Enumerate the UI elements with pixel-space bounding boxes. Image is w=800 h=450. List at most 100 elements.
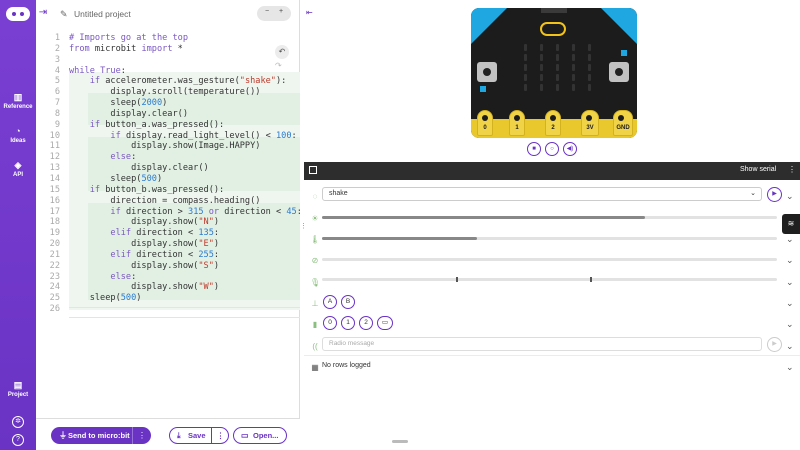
gesture-select[interactable]: shake ⌄ bbox=[322, 187, 762, 201]
chevron-down-icon[interactable]: ⌄ bbox=[786, 234, 794, 245]
code-line[interactable]: 23 else: bbox=[36, 272, 300, 283]
code-line[interactable]: 3 bbox=[36, 55, 300, 66]
touch-pin-1[interactable]: 1 bbox=[341, 316, 355, 330]
save-more-options-button[interactable]: ⋮ bbox=[211, 428, 229, 443]
code-line[interactable]: 17 if direction > 315 or direction < 45: bbox=[36, 207, 302, 218]
board-button-b[interactable] bbox=[609, 62, 629, 82]
touch-logo-pill[interactable]: ▭ bbox=[377, 316, 393, 330]
radio-icon: (( bbox=[312, 342, 318, 351]
microbit-logo[interactable] bbox=[6, 7, 30, 21]
code-line[interactable]: 14 sleep(500) bbox=[36, 174, 300, 185]
pin-0[interactable]: 0 bbox=[477, 110, 493, 136]
code-line[interactable]: 18 display.show("N") bbox=[36, 217, 300, 228]
code-line[interactable]: 2 from microbit import * bbox=[36, 44, 300, 55]
chevron-down-icon[interactable]: ⌄ bbox=[786, 191, 794, 202]
chevron-down-icon[interactable]: ⌄ bbox=[786, 362, 794, 373]
code-editor-panel: ⇥ ✎ Untitled project − + 1 # Imports go a… bbox=[36, 0, 302, 450]
code-text: display.show("W") bbox=[69, 282, 220, 293]
code-line[interactable]: 20 display.show("E") bbox=[36, 239, 300, 250]
resize-handle[interactable] bbox=[392, 440, 408, 443]
sound-row: 🎙 ⌄ bbox=[304, 273, 800, 294]
board-corner bbox=[601, 8, 637, 44]
show-serial-button[interactable]: Show serial bbox=[740, 166, 776, 173]
code-line[interactable]: 11 display.show(Image.HAPPY) bbox=[36, 141, 300, 152]
pencil-icon[interactable]: ✎ bbox=[60, 9, 68, 20]
code-line[interactable]: 25 sleep(500) bbox=[36, 293, 300, 304]
chevron-down-icon[interactable]: ⌄ bbox=[786, 255, 794, 266]
button-b-pill[interactable]: B bbox=[341, 295, 355, 309]
redo-button[interactable]: ↷ bbox=[275, 61, 282, 70]
compass-slider[interactable] bbox=[322, 258, 777, 261]
touch-logo[interactable] bbox=[540, 22, 566, 36]
code-line[interactable]: 26 bbox=[36, 304, 300, 315]
code-line[interactable]: 4 while True: bbox=[36, 66, 300, 77]
zoom-in-button[interactable]: + bbox=[279, 8, 283, 15]
led bbox=[556, 64, 559, 71]
stop-button[interactable]: ■ bbox=[527, 142, 541, 156]
light-slider-fill bbox=[322, 216, 646, 219]
sidebar-item-label: Ideas bbox=[10, 138, 26, 144]
settings-icon[interactable]: ✲ bbox=[12, 416, 24, 428]
light-slider[interactable] bbox=[322, 216, 777, 219]
sound-threshold-high[interactable] bbox=[590, 277, 592, 282]
buttons-row: ⊥ A B ⌄ bbox=[304, 294, 800, 315]
open-button[interactable]: ▭ Open... bbox=[233, 427, 287, 444]
touch-pin-2[interactable]: 2 bbox=[359, 316, 373, 330]
book-icon: ▥ bbox=[13, 92, 23, 102]
board-button-a[interactable] bbox=[477, 62, 497, 82]
sidebar-item-api[interactable]: ◈ API bbox=[0, 160, 36, 178]
code-line[interactable]: 19 elif direction < 135: bbox=[36, 228, 300, 239]
code-area[interactable]: 1 # Imports go at the top 2 from microbit i… bbox=[36, 33, 302, 315]
undo-button[interactable]: ↶ bbox=[275, 45, 289, 59]
led bbox=[556, 54, 559, 61]
sidebar-item-reference[interactable]: ▥ Reference bbox=[0, 92, 36, 110]
led bbox=[572, 54, 575, 61]
help-icon[interactable]: ? bbox=[12, 434, 24, 446]
send-gesture-button[interactable]: ▶ bbox=[767, 187, 782, 202]
side-tab-toggle[interactable]: ≋ bbox=[782, 214, 800, 234]
touch-pins-row: ▮ 0 1 2 ▭ ⌄ bbox=[304, 315, 800, 336]
sidebar-item-ideas[interactable]: ◔ Ideas bbox=[0, 126, 36, 144]
chevron-down-icon[interactable]: ⌄ bbox=[786, 298, 794, 309]
led bbox=[540, 44, 543, 51]
pin-1[interactable]: 1 bbox=[509, 110, 525, 136]
sound-threshold-low[interactable] bbox=[456, 277, 458, 282]
code-text: while True: bbox=[69, 65, 126, 76]
send-radio-button[interactable]: ▶ bbox=[767, 337, 782, 352]
button-a-pill[interactable]: A bbox=[323, 295, 337, 309]
sidebar-item-project[interactable]: ▤ Project bbox=[0, 380, 36, 398]
line-number: 15 bbox=[49, 184, 60, 195]
pin-2[interactable]: 2 bbox=[545, 110, 561, 136]
send-more-options-button[interactable]: ⋮ bbox=[132, 427, 151, 444]
radio-message-input[interactable]: Radio message bbox=[322, 337, 762, 351]
line-number: 21 bbox=[49, 249, 60, 260]
code-line[interactable]: 7 sleep(2000) bbox=[36, 98, 300, 109]
code-line[interactable]: 16 direction = compass.heading() bbox=[36, 196, 300, 207]
chevron-down-icon[interactable]: ⌄ bbox=[786, 341, 794, 352]
sound-slider[interactable] bbox=[322, 277, 777, 282]
code-line[interactable]: 10 if display.read_light_level() < 100: bbox=[36, 131, 300, 142]
code-line[interactable]: 22 display.show("S") bbox=[36, 261, 300, 272]
expand-simulator-icon[interactable]: ⇤ bbox=[306, 8, 313, 17]
sidebar-item-label: API bbox=[12, 172, 23, 178]
touch-pin-0[interactable]: 0 bbox=[323, 316, 337, 330]
code-line[interactable]: 15 if button_b.was_pressed(): bbox=[36, 185, 300, 196]
temperature-slider[interactable] bbox=[322, 237, 777, 240]
restart-button[interactable]: ○ bbox=[545, 142, 559, 156]
more-options-icon[interactable]: ⋮ bbox=[788, 165, 796, 174]
code-line[interactable]: 8 display.clear() bbox=[36, 109, 300, 120]
code-line[interactable]: 6 display.scroll(temperature()) bbox=[36, 87, 300, 98]
zoom-out-button[interactable]: − bbox=[265, 8, 269, 15]
code-line[interactable]: 21 elif direction < 255: bbox=[36, 250, 300, 261]
code-line[interactable]: 9 if button_a.was_pressed(): bbox=[36, 120, 300, 131]
project-title[interactable]: Untitled project bbox=[74, 9, 131, 19]
code-line[interactable]: 13 display.clear() bbox=[36, 163, 300, 174]
mute-button[interactable]: ◀) bbox=[563, 142, 577, 156]
led bbox=[540, 64, 543, 71]
code-line[interactable]: 12 else: bbox=[36, 152, 300, 163]
chevron-down-icon[interactable]: ⌄ bbox=[786, 319, 794, 330]
chevron-down-icon[interactable]: ⌄ bbox=[786, 277, 794, 288]
code-line[interactable]: 24 display.show("W") bbox=[36, 282, 300, 293]
code-line[interactable]: 1 # Imports go at the top bbox=[36, 33, 300, 44]
code-line[interactable]: 5 if accelerometer.was_gesture("shake"): bbox=[36, 76, 300, 87]
